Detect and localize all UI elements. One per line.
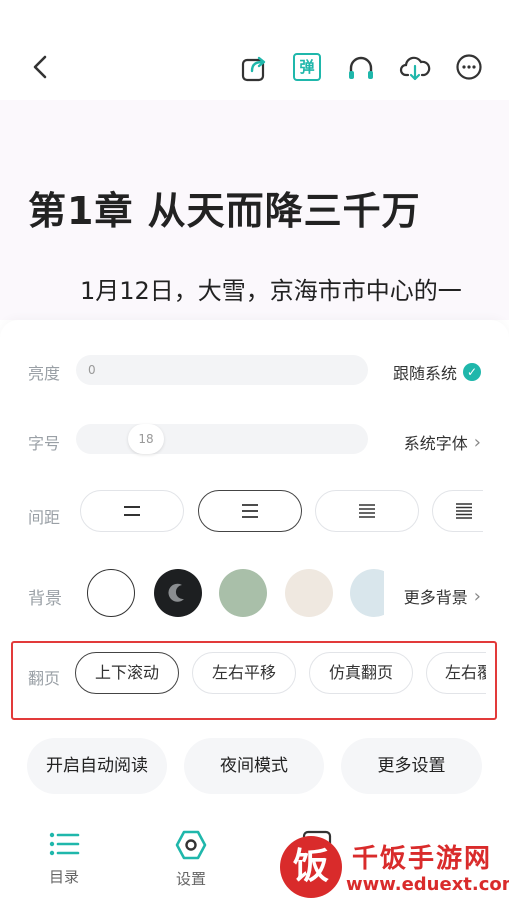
font-size-label: 字号 xyxy=(28,434,61,453)
font-size-slider[interactable]: 18 xyxy=(76,424,368,454)
nav-item-settings[interactable]: 设置 xyxy=(161,830,221,889)
brightness-value: 0 xyxy=(88,363,96,377)
page-turn-label: 翻页 xyxy=(28,669,61,688)
share-icon[interactable] xyxy=(240,54,268,82)
watermark-circle: 饭 xyxy=(280,836,342,898)
page-turn-simulation[interactable]: 仿真翻页 xyxy=(309,652,413,694)
brightness-label: 亮度 xyxy=(28,364,61,383)
follow-system-label: 跟随系统 xyxy=(392,364,457,383)
swatch-white[interactable] xyxy=(87,569,135,617)
swatch-blue[interactable] xyxy=(350,569,384,617)
chapter-paragraph: 1月12日，大雪，京海市市中心的一 xyxy=(80,277,462,305)
brightness-slider[interactable]: 0 xyxy=(76,355,368,385)
system-font-link[interactable]: 系统字体 › xyxy=(404,430,481,454)
list-icon xyxy=(49,832,80,856)
follow-system-toggle[interactable]: 跟随系统 ✓ xyxy=(393,360,481,384)
more-backgrounds-label: 更多背景 xyxy=(403,588,468,607)
more-backgrounds-link[interactable]: 更多背景 › xyxy=(404,584,481,608)
spacing-option-loose[interactable] xyxy=(315,490,419,532)
page-turn-options: 上下滚动 左右平移 仿真翻页 左右覆盖 xyxy=(75,652,486,698)
check-icon: ✓ xyxy=(463,363,481,381)
auto-read-button[interactable]: 开启自动阅读 xyxy=(27,738,167,794)
spacing-options xyxy=(80,490,483,534)
top-toolbar: 弹 xyxy=(0,0,509,100)
swatch-green[interactable] xyxy=(219,569,267,617)
page-turn-cover[interactable]: 左右覆盖 xyxy=(426,652,486,694)
chapter-title: 第1章 从天而降三千万 xyxy=(28,189,421,233)
headphones-icon[interactable] xyxy=(346,53,376,83)
settings-icon xyxy=(175,830,207,860)
swatch-dark[interactable] xyxy=(154,569,202,617)
cloud-download-icon[interactable] xyxy=(399,53,431,83)
nav-item-toc[interactable]: 目录 xyxy=(34,830,94,887)
nav-label-toc: 目录 xyxy=(48,868,79,886)
spacing-loose-icon xyxy=(359,504,375,518)
watermark-logo: 饭 千饭手游网 www.eduext.com xyxy=(280,836,509,906)
spacing-label: 间距 xyxy=(28,508,61,527)
more-icon[interactable] xyxy=(455,53,483,81)
spacing-option-compact[interactable] xyxy=(80,490,184,532)
spacing-option-normal[interactable] xyxy=(198,490,302,532)
spacing-normal-icon xyxy=(242,504,258,518)
danmu-icon[interactable]: 弹 xyxy=(293,53,321,81)
swatch-beige[interactable] xyxy=(285,569,333,617)
spacing-option-extra-loose[interactable] xyxy=(432,490,483,532)
background-swatches xyxy=(84,567,384,623)
more-settings-button[interactable]: 更多设置 xyxy=(341,738,482,794)
chevron-right-icon: › xyxy=(473,431,481,453)
night-mode-button[interactable]: 夜间模式 xyxy=(184,738,324,794)
chevron-right-icon: › xyxy=(473,585,481,607)
back-icon[interactable] xyxy=(28,52,54,82)
watermark-url: www.eduext.com xyxy=(346,874,509,895)
page-turn-slide[interactable]: 左右平移 xyxy=(192,652,296,694)
moon-icon xyxy=(168,583,184,602)
nav-label-settings: 设置 xyxy=(175,870,206,888)
system-font-label: 系统字体 xyxy=(403,434,468,453)
watermark-title: 千饭手游网 xyxy=(352,844,493,874)
font-size-knob[interactable]: 18 xyxy=(128,424,164,454)
spacing-extra-icon xyxy=(456,503,472,519)
spacing-compact-icon xyxy=(124,506,140,516)
background-label: 背景 xyxy=(28,589,62,609)
page-turn-scroll[interactable]: 上下滚动 xyxy=(75,652,179,694)
